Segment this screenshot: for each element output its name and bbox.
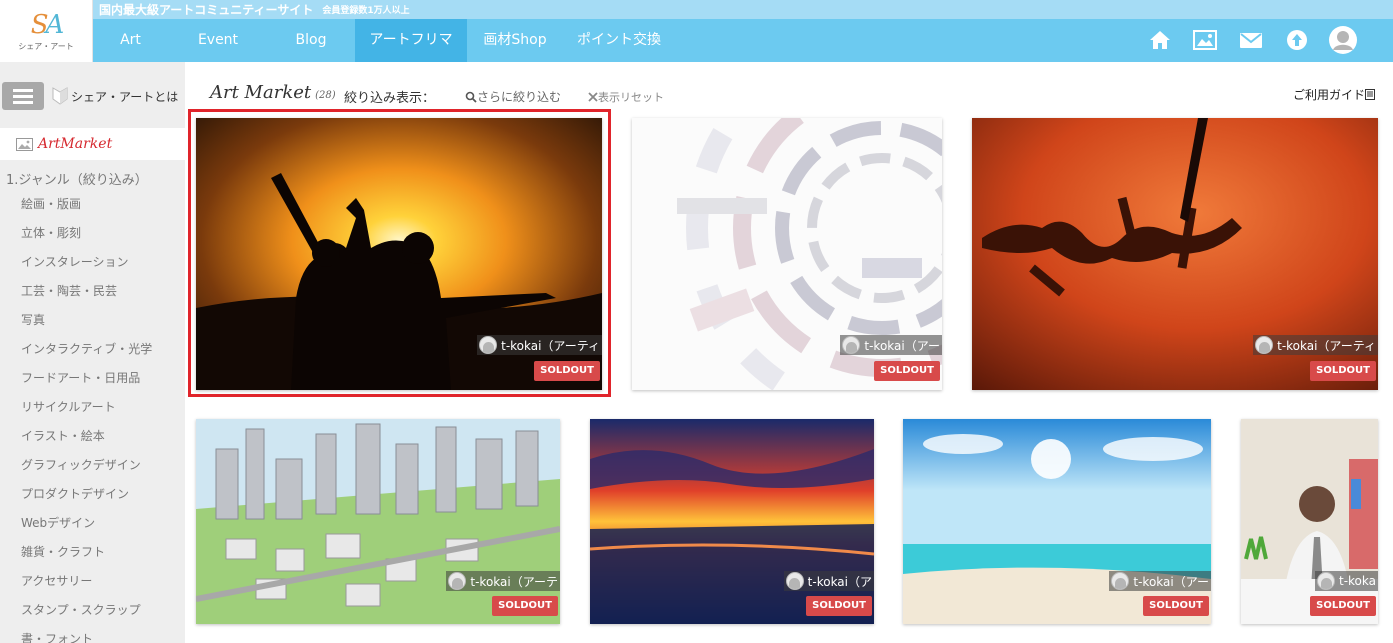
main-navbar: Art Event Blog アートフリマ 画材Shop ポイント交換 (93, 19, 1393, 62)
soldout-badge: SOLDOUT (1310, 596, 1376, 616)
nav-event[interactable]: Event (177, 19, 259, 62)
artwork-card[interactable]: t-kokai（アー SOLDOUT (632, 118, 942, 390)
site-logo[interactable]: SA シェア・アート (0, 0, 93, 62)
artwork-card[interactable]: t-kokai（ア SOLDOUT (590, 419, 874, 624)
gallery-icon[interactable] (1192, 28, 1218, 52)
soldout-badge: SOLDOUT (1310, 361, 1376, 381)
book-icon (1365, 89, 1375, 100)
genre-item[interactable]: 工芸・陶芸・民芸 (21, 282, 152, 311)
site-tagline: 国内最大級アートコミュニティーサイト (99, 3, 314, 17)
nav-art-flea-market[interactable]: アートフリマ (355, 19, 467, 62)
genre-item[interactable]: グラフィックデザイン (21, 456, 152, 485)
author-name: t-kokai（ア (807, 574, 872, 589)
genre-list: 絵画・版画 立体・彫刻 インスタレーション 工芸・陶芸・民芸 写真 インタラクテ… (21, 195, 152, 643)
genre-item[interactable]: 写真 (21, 311, 152, 340)
author-tag: t-kokai（アー (840, 335, 942, 355)
artwork-card[interactable]: t-kokai（アーティ SOLDOUT (972, 118, 1378, 390)
artwork-card[interactable]: t-kokai（アー SOLDOUT (903, 419, 1211, 624)
genre-item[interactable]: スタンプ・スクラップ (21, 601, 152, 630)
soldout-badge: SOLDOUT (492, 596, 558, 616)
author-name: t-kokai（アーティ (1277, 338, 1376, 353)
genre-item[interactable]: 書・フォント (21, 630, 152, 643)
about-link[interactable]: シェア・アートとは (52, 86, 178, 106)
author-avatar (1255, 336, 1274, 354)
genre-filter-heading: 1.ジャンル（絞り込み） (6, 173, 148, 188)
filter-more-button[interactable]: さらに絞り込む (465, 88, 561, 105)
member-count-note: 会員登録数1万人以上 (322, 6, 410, 16)
sidebar: シェア・アートとは ArtMarket 1.ジャンル（絞り込み） 絵画・版画 立… (0, 62, 185, 643)
genre-item[interactable]: 雑貨・クラフト (21, 543, 152, 572)
user-avatar[interactable] (1327, 24, 1359, 56)
sidebar-active-label: ArtMarket (38, 136, 113, 152)
author-name: t-kokai（アー (864, 338, 940, 353)
author-name: t-kokai（アー (1133, 574, 1209, 589)
about-label: シェア・アートとは (71, 89, 179, 104)
upload-icon[interactable] (1284, 28, 1310, 52)
close-icon (588, 92, 598, 102)
hamburger-menu-button[interactable] (2, 82, 44, 110)
author-name: t-kokai（アーテ (470, 574, 558, 589)
top-strip: 国内最大級アートコミュニティーサイト 会員登録数1万人以上 (93, 0, 1393, 19)
author-tag: t-kokai（アーテ (446, 571, 560, 591)
search-icon (465, 91, 477, 103)
artwork-image (1241, 419, 1378, 624)
author-avatar (1317, 572, 1335, 590)
item-count: (28) (315, 90, 336, 101)
beginner-mark-icon (52, 87, 68, 105)
filter-label: 絞り込み表示： (344, 91, 436, 106)
logo-subtitle: シェア・アート (18, 41, 74, 51)
author-avatar (842, 336, 861, 354)
genre-item[interactable]: 絵画・版画 (21, 195, 152, 224)
genre-item[interactable]: アクセサリー (21, 572, 152, 601)
author-avatar (1111, 572, 1130, 590)
author-tag: t-kokai（アー (1109, 571, 1211, 591)
author-avatar (448, 572, 467, 590)
sidebar-item-artmarket[interactable]: ArtMarket (0, 128, 185, 160)
author-avatar (479, 336, 498, 354)
genre-item[interactable]: リサイクルアート (21, 398, 152, 427)
genre-item[interactable]: プロダクトデザイン (21, 485, 152, 514)
nav-art-supply-shop[interactable]: 画材Shop (473, 19, 557, 62)
soldout-badge: SOLDOUT (806, 596, 872, 616)
filter-more-label: さらに絞り込む (477, 90, 562, 104)
genre-item[interactable]: イラスト・絵本 (21, 427, 152, 456)
filter-reset-label: 表示リセット (598, 91, 664, 104)
author-name: t-koka (1339, 574, 1376, 588)
sidebar-top: シェア・アートとは (0, 76, 185, 116)
artwork-card[interactable]: t-koka SOLDOUT (1241, 419, 1378, 624)
image-icon (16, 137, 33, 151)
author-name: t-kokai（アーティ (501, 338, 600, 353)
author-tag: t-kokai（アーティ (1253, 335, 1378, 355)
author-tag: t-kokai（ア (783, 571, 874, 591)
artwork-card[interactable]: t-kokai（アーティ SOLDOUT (196, 118, 602, 390)
nav-art[interactable]: Art (93, 19, 168, 62)
genre-item[interactable]: インタラクティブ・光学 (21, 340, 152, 369)
page-heading: Art Market (28) (210, 82, 336, 103)
nav-point-exchange[interactable]: ポイント交換 (567, 19, 671, 62)
artwork-image (590, 419, 874, 624)
nav-blog[interactable]: Blog (269, 19, 353, 62)
genre-item[interactable]: 立体・彫刻 (21, 224, 152, 253)
author-avatar (785, 572, 804, 590)
page-title: Art Market (210, 82, 312, 103)
artwork-image (196, 419, 560, 624)
artwork-card[interactable]: t-kokai（アーテ SOLDOUT (196, 419, 560, 624)
soldout-badge: SOLDOUT (1143, 596, 1209, 616)
logo-mark: SA (30, 9, 65, 40)
filter-reset-button[interactable]: 表示リセット (588, 89, 664, 105)
soldout-badge: SOLDOUT (874, 361, 940, 381)
usage-guide-label: ご利用ガイド (1292, 88, 1365, 102)
genre-item[interactable]: インスタレーション (21, 253, 152, 282)
author-tag: t-kokai（アーティ (477, 335, 602, 355)
genre-item[interactable]: フードアート・日用品 (21, 369, 152, 398)
mail-icon[interactable] (1238, 28, 1264, 52)
soldout-badge: SOLDOUT (534, 361, 600, 381)
genre-item[interactable]: Webデザイン (21, 514, 152, 543)
artwork-image (903, 419, 1211, 624)
usage-guide-link[interactable]: ご利用ガイド (1293, 86, 1375, 103)
author-tag: t-koka (1315, 571, 1378, 591)
home-icon[interactable] (1147, 28, 1173, 52)
